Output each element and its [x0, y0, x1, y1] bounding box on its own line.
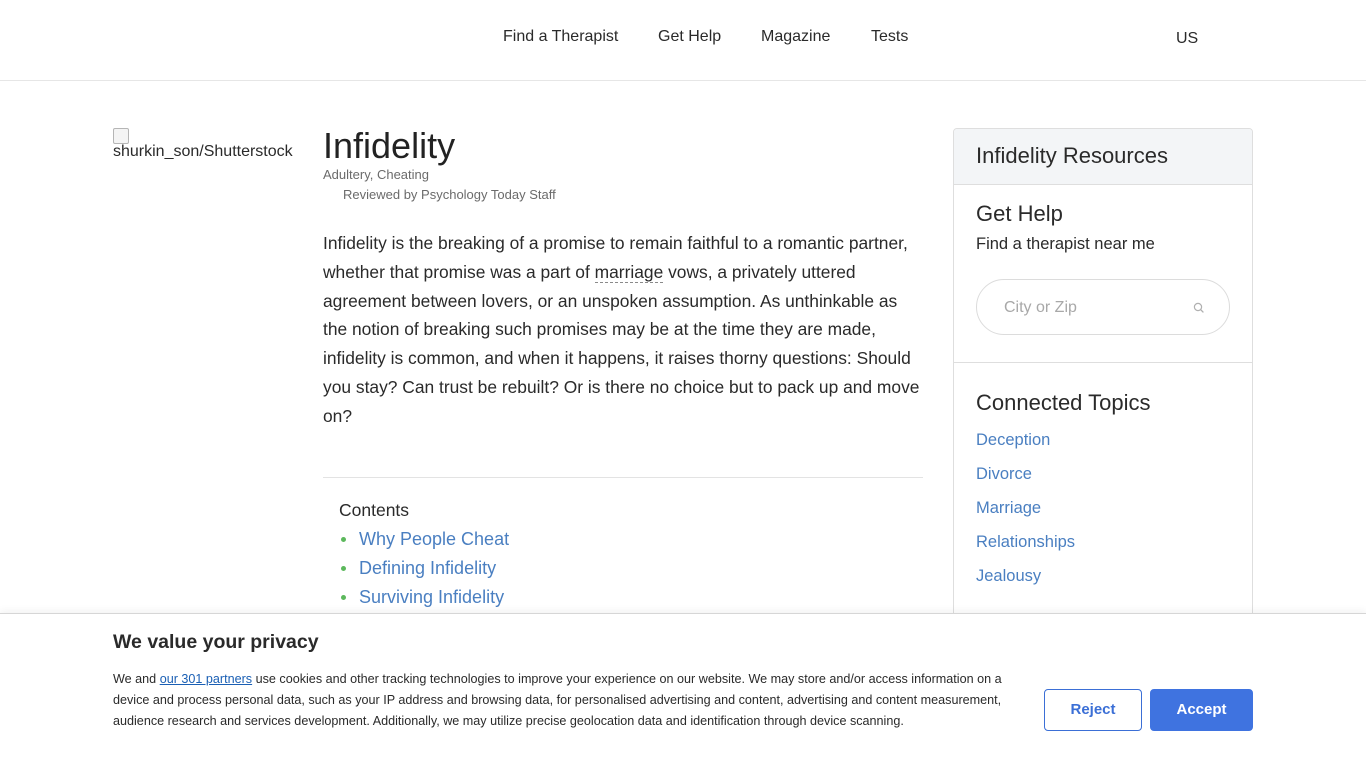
cookie-consent-banner: We value your privacy We and our 301 par… [0, 613, 1366, 768]
bullet-icon [341, 537, 346, 542]
glossary-term-marriage[interactable]: marriage [594, 261, 664, 283]
connected-topics-heading: Connected Topics [976, 390, 1151, 415]
list-item: Relationships [976, 529, 1075, 563]
hero-image-alt-text: shurkin_son/Shutterstock [113, 143, 293, 160]
get-help-heading: Get Help [976, 201, 1063, 226]
cookie-text-before: We and [113, 672, 160, 686]
list-item: Jealousy [976, 563, 1075, 597]
bullet-icon [341, 566, 346, 571]
nav-get-help[interactable]: Get Help [658, 28, 721, 46]
accept-button[interactable]: Accept [1150, 689, 1253, 731]
toc-item: Surviving Infidelity [339, 583, 509, 612]
toc-item: Defining Infidelity [339, 554, 509, 583]
reject-button[interactable]: Reject [1044, 689, 1142, 731]
partners-link[interactable]: our 301 partners [160, 672, 252, 686]
broken-image-icon [113, 128, 129, 144]
list-item: Divorce [976, 461, 1075, 495]
list-item: Marriage [976, 495, 1075, 529]
bullet-icon [341, 595, 346, 600]
also-known-as: Adultery, Cheating [323, 167, 429, 182]
page-title: Infidelity [323, 125, 456, 166]
section-divider [323, 477, 923, 478]
cookie-title: We value your privacy [113, 631, 319, 653]
therapist-search [976, 279, 1230, 335]
nav-magazine[interactable]: Magazine [761, 28, 830, 46]
search-icon[interactable] [1192, 301, 1206, 315]
table-of-contents: Why People Cheat Defining Infidelity Sur… [339, 525, 509, 612]
topic-link-deception[interactable]: Deception [976, 431, 1050, 449]
cookie-description: We and our 301 partners use cookies and … [113, 669, 1028, 732]
sidebar-title: Infidelity Resources [954, 129, 1252, 185]
hero-image: shurkin_son/Shutterstock [113, 128, 298, 168]
connected-topics-list: Deception Divorce Marriage Relationships… [976, 427, 1075, 597]
site-header: Find a Therapist Get Help Magazine Tests… [0, 0, 1366, 81]
get-help-subtitle: Find a therapist near me [976, 235, 1155, 253]
city-zip-input[interactable] [1004, 297, 1184, 319]
list-item: Deception [976, 427, 1075, 461]
reviewed-by: Reviewed by Psychology Today Staff [343, 187, 556, 202]
intro-paragraph: Infidelity is the breaking of a promise … [323, 229, 923, 431]
toc-link-surviving-infidelity[interactable]: Surviving Infidelity [359, 587, 504, 607]
resources-sidebar: Infidelity Resources Get Help Find a the… [953, 128, 1253, 648]
contents-heading: Contents [339, 500, 410, 520]
topic-link-marriage[interactable]: Marriage [976, 499, 1041, 517]
sidebar-divider [954, 362, 1252, 363]
nav-tests[interactable]: Tests [871, 28, 908, 46]
intro-text-after: vows, a privately uttered agreement betw… [323, 261, 920, 426]
region-selector[interactable]: US [1176, 30, 1198, 48]
toc-link-why-people-cheat[interactable]: Why People Cheat [359, 529, 509, 549]
topic-link-divorce[interactable]: Divorce [976, 465, 1032, 483]
topic-link-relationships[interactable]: Relationships [976, 533, 1075, 551]
topic-link-jealousy[interactable]: Jealousy [976, 567, 1041, 585]
toc-link-defining-infidelity[interactable]: Defining Infidelity [359, 558, 496, 578]
nav-find-a-therapist[interactable]: Find a Therapist [503, 28, 618, 46]
toc-item: Why People Cheat [339, 525, 509, 554]
